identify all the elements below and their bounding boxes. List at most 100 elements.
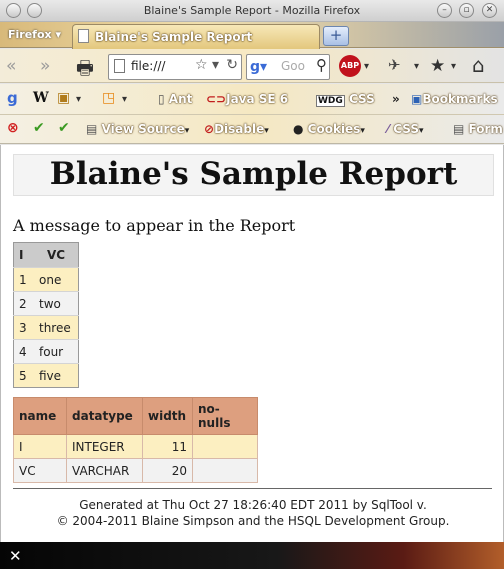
- bookmark-java-label: Java SE 6: [226, 92, 289, 106]
- footer-copyright: © 2004-2011 Blaine Simpson and the HSQL …: [56, 514, 450, 528]
- forward-icon[interactable]: »: [40, 56, 50, 76]
- java-icon: ⊂⊃: [206, 92, 227, 106]
- cookies-menu[interactable]: ● Cookies▾: [293, 122, 365, 136]
- disable-webdev-icon[interactable]: ⊗: [7, 120, 19, 136]
- view-source-menu[interactable]: ▤ View Source▾: [86, 122, 189, 136]
- minimize-icon[interactable]: –: [437, 3, 452, 18]
- bug-menu-icon[interactable]: ▾: [414, 61, 419, 72]
- table-cell: 5: [13, 363, 34, 388]
- bookmarks-toolbar: g W ▣ ▾ ◳ ▾ ▯ Ant ⊂⊃Java SE 6 WDG CSS » …: [0, 84, 504, 115]
- close-window-icon[interactable]: ✕: [482, 3, 497, 18]
- window-titlebar: Blaine's Sample Report - Mozilla Firefox…: [0, 0, 504, 22]
- favorites-menu-icon[interactable]: ▾: [451, 61, 456, 72]
- table-cell: 3: [13, 315, 34, 340]
- table-cell: two: [34, 291, 79, 316]
- close-icon[interactable]: ✕: [9, 547, 22, 565]
- report-title: Blaine's Sample Report: [13, 154, 494, 196]
- table-cell: one: [34, 267, 79, 292]
- table-cell: five: [34, 363, 79, 388]
- bookmark-star-icon[interactable]: ☆ ▾: [195, 57, 219, 73]
- page-icon: [114, 59, 125, 73]
- report-footer: Generated at Thu Oct 27 18:26:40 EDT 201…: [1, 497, 504, 529]
- page-content: Blaine's Sample Report A message to appe…: [0, 145, 504, 542]
- table-cell: VARCHAR: [66, 458, 143, 483]
- table-cell: three: [34, 315, 79, 340]
- table-cell: 1: [13, 267, 34, 292]
- bookmark-ant[interactable]: ▯ Ant: [158, 92, 192, 106]
- bookmark-ant-label: Ant: [168, 92, 193, 106]
- cookies-label: Cookies: [307, 122, 361, 136]
- bookmarks-icon: ▣: [411, 92, 423, 106]
- wikipedia-icon[interactable]: W: [33, 90, 49, 106]
- bug-icon[interactable]: ✈: [388, 56, 401, 74]
- reload-icon[interactable]: ↻: [226, 57, 238, 73]
- table-cell: 2: [13, 291, 34, 316]
- adblock-menu-icon[interactable]: ▾: [364, 61, 369, 72]
- dropdown-icon: ▾: [418, 126, 424, 136]
- rss-icon[interactable]: ◳: [102, 90, 115, 106]
- table-cell: four: [34, 339, 79, 364]
- forms-menu[interactable]: ▤ Form: [453, 122, 503, 136]
- back-icon[interactable]: «: [6, 56, 16, 76]
- css-menu[interactable]: ⁄ CSS▾: [387, 122, 424, 136]
- table-cell: [192, 434, 258, 459]
- bookmarks-menu[interactable]: ▣Bookmarks: [411, 92, 498, 106]
- table-row: 5 five: [13, 363, 79, 388]
- table-header-row: I VC: [13, 242, 79, 268]
- table-cell: [192, 458, 258, 483]
- tab-report[interactable]: Blaine's Sample Report: [72, 24, 320, 49]
- google-icon[interactable]: g▾: [250, 59, 267, 75]
- url-text: file:///: [131, 59, 166, 73]
- favorites-star-icon[interactable]: ★: [430, 56, 445, 76]
- column-header: VC: [34, 242, 79, 268]
- table-row: 2 two: [13, 291, 79, 316]
- css-wand-icon: ⁄: [387, 122, 390, 136]
- adblock-icon[interactable]: ABP: [339, 55, 361, 77]
- column-header: width: [142, 397, 193, 435]
- search-box[interactable]: g▾ Goo ⚲: [246, 54, 330, 80]
- css-label: CSS: [393, 122, 419, 136]
- report-message: A message to appear in the Report: [13, 216, 296, 235]
- validate-icon[interactable]: ✔: [33, 120, 45, 136]
- metadata-table: name datatype width no-nulls I INTEGER 1…: [13, 397, 258, 483]
- disable-icon: ⊘: [204, 122, 215, 136]
- navigation-bar: « » 🖶 file:/// ☆ ▾ ↻ g▾ Goo ⚲ ABP ▾ ✈ ▾ …: [0, 49, 504, 83]
- disable-menu[interactable]: ⊘Disable▾: [204, 122, 269, 136]
- rss-menu-icon[interactable]: ▾: [122, 94, 127, 105]
- bookmark-css-label: CSS: [348, 92, 375, 106]
- maximize-icon[interactable]: ▫: [459, 3, 474, 18]
- tab-title: Blaine's Sample Report: [95, 30, 253, 44]
- new-tab-button[interactable]: +: [323, 26, 349, 46]
- values-table: I VC 1 one 2 two 3 three 4 four 5 five: [13, 242, 79, 388]
- table-row: 3 three: [13, 315, 79, 340]
- page-icon: ▤: [86, 122, 98, 136]
- column-header: I: [13, 242, 34, 268]
- dropdown-icon: ▾: [184, 126, 190, 136]
- bookmarks-menu-label: Bookmarks: [422, 92, 498, 106]
- column-header: name: [13, 397, 67, 435]
- url-bar[interactable]: file:/// ☆ ▾ ↻: [108, 54, 242, 80]
- disable-label: Disable: [214, 122, 265, 136]
- bookmarks-overflow-icon[interactable]: »: [392, 92, 400, 106]
- table-cell: VC: [13, 458, 67, 483]
- cookies-icon: ●: [293, 122, 304, 136]
- table-cell: INTEGER: [66, 434, 143, 459]
- folder-icon[interactable]: ▣: [57, 90, 70, 106]
- page-icon: ▯: [158, 92, 165, 106]
- table-cell: 4: [13, 339, 34, 364]
- firefox-menu-button[interactable]: Firefox ▾: [4, 26, 65, 44]
- search-icon[interactable]: ⚲: [316, 56, 327, 74]
- table-row: VC VARCHAR 20: [13, 458, 258, 483]
- google-bookmark-icon[interactable]: g: [7, 89, 18, 107]
- search-placeholder: Goo: [281, 59, 305, 73]
- print-icon[interactable]: 🖶: [76, 54, 94, 86]
- dropdown-icon: ▾: [264, 126, 269, 136]
- home-icon[interactable]: ⌂: [472, 53, 485, 77]
- bookmark-wdg-css[interactable]: WDG CSS: [316, 92, 375, 107]
- bookmark-java[interactable]: ⊂⊃Java SE 6: [206, 92, 288, 106]
- view-source-label: View Source: [101, 122, 185, 136]
- folder-menu-icon[interactable]: ▾: [76, 94, 81, 105]
- table-row: 4 four: [13, 339, 79, 364]
- column-header: no-nulls: [192, 397, 258, 435]
- validate-local-icon[interactable]: ✔: [58, 120, 70, 136]
